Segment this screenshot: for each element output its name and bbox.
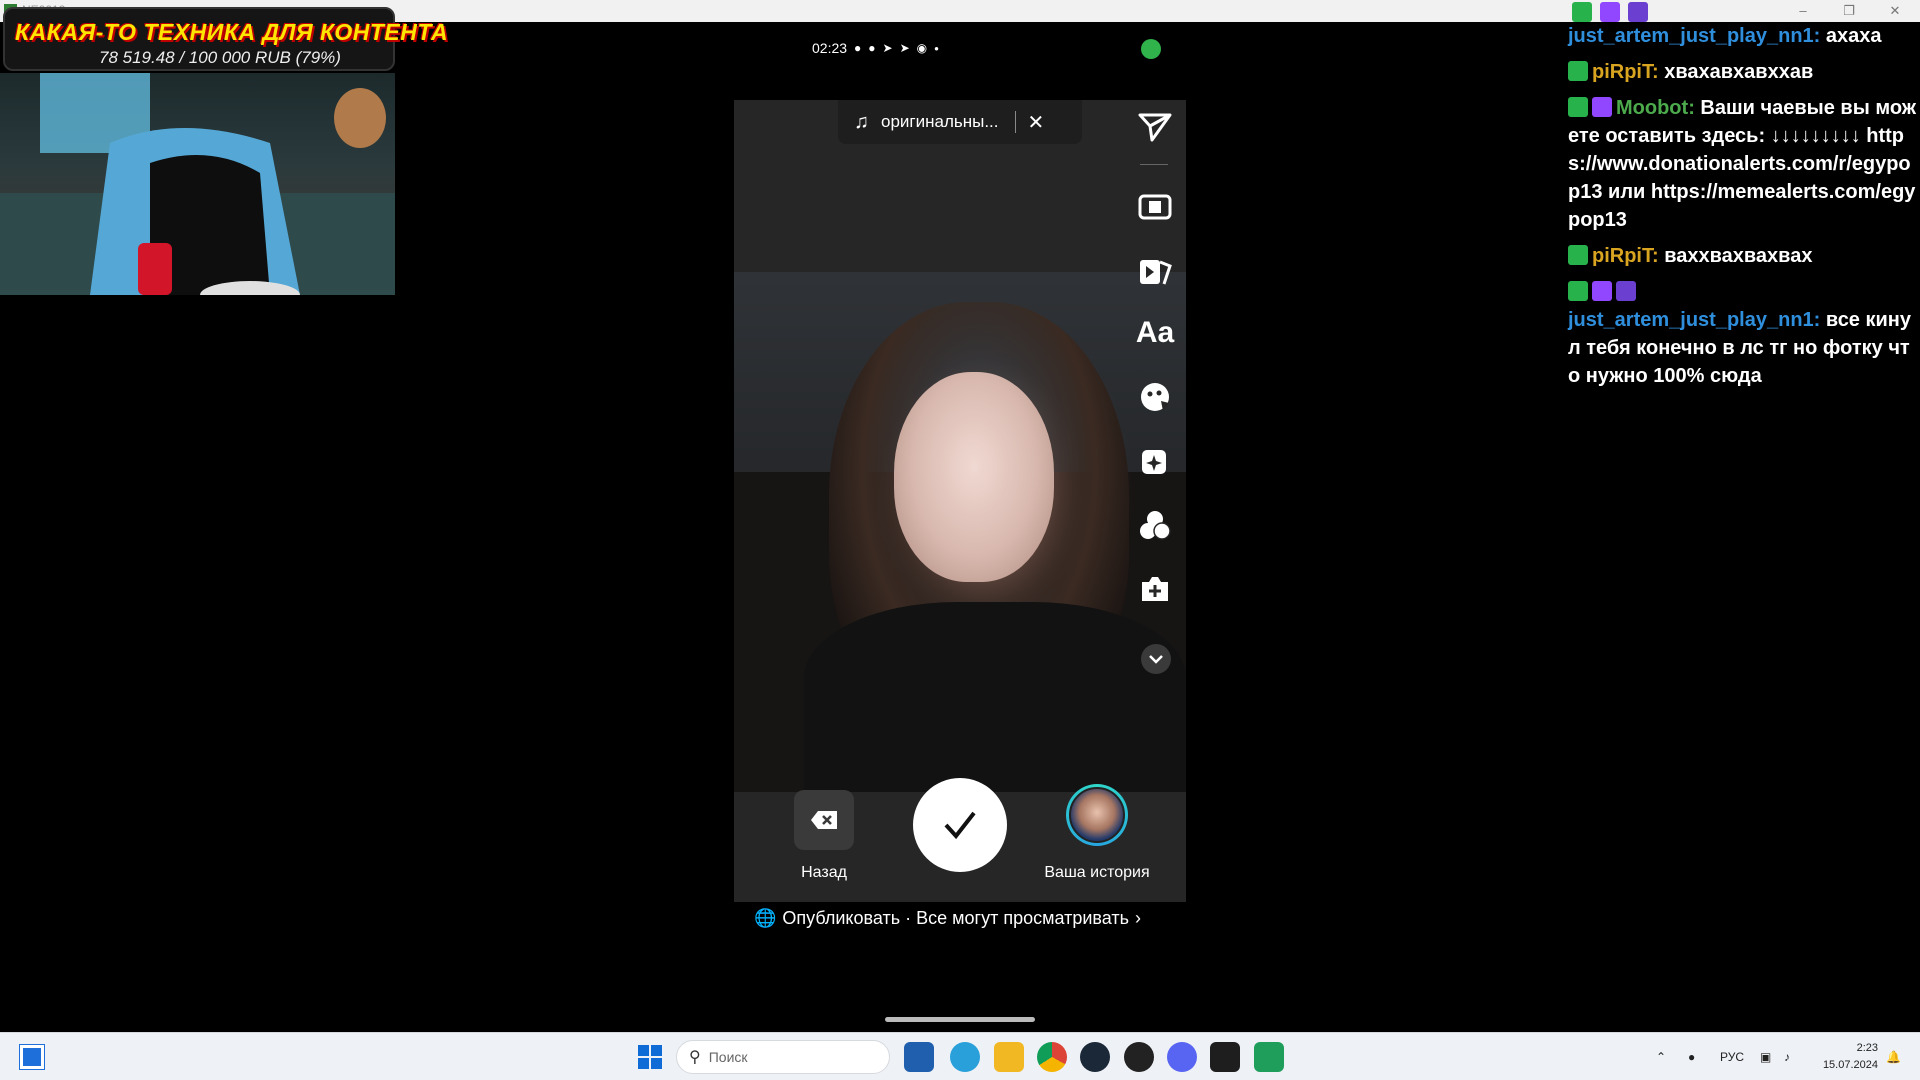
verified-badge-icon	[1568, 61, 1588, 81]
search-icon: ⚲	[689, 1049, 701, 1066]
sticker-icon[interactable]	[1136, 378, 1174, 416]
add-media-icon[interactable]	[1136, 570, 1174, 608]
chevron-right-icon: ›	[1135, 908, 1141, 928]
discord-icon[interactable]	[1167, 1042, 1197, 1072]
chrome-icon[interactable]	[1037, 1042, 1067, 1072]
system-clock[interactable]: 2:23 15.07.2024	[1808, 1040, 1878, 1074]
music-sticker[interactable]: ♫ оригинальны... ✕	[838, 100, 1082, 144]
file-explorer-icon[interactable]	[994, 1042, 1024, 1072]
widgets-icon[interactable]	[19, 1044, 45, 1070]
phone-status-bar: 02:23 ● ● ➤ ➤ ◉ ●	[812, 40, 939, 56]
sticker-cards-icon[interactable]	[1136, 252, 1174, 290]
app-icon[interactable]	[1124, 1042, 1154, 1072]
telegram-icon: ➤	[882, 41, 893, 55]
your-story-avatar[interactable]	[1066, 784, 1128, 846]
terminal-icon[interactable]	[1210, 1042, 1240, 1072]
tray-overflow-icon[interactable]: ⌃	[1656, 1033, 1666, 1080]
publish-text: Опубликовать · Все могут просматривать	[782, 908, 1129, 928]
verified-badge-icon	[1572, 2, 1592, 22]
network-icon[interactable]: ▣	[1760, 1033, 1771, 1080]
goal-title: КАКАЯ-ТО ТЕХНИКА ДЛЯ КОНТЕНТА	[15, 19, 449, 45]
chat-username[interactable]: Moobot:	[1616, 97, 1695, 119]
backspace-icon	[811, 811, 837, 829]
moderator-badge-icon	[1592, 97, 1612, 117]
clock-time: 2:23	[1856, 1042, 1878, 1054]
chat-text: хвахавхавххав	[1664, 61, 1814, 83]
home-indicator[interactable]	[885, 1017, 1035, 1022]
close-window-button[interactable]: ✕	[1872, 0, 1918, 22]
obs-app-icon[interactable]	[1254, 1042, 1284, 1072]
close-icon[interactable]: ✕	[1028, 110, 1045, 135]
subscriber-badge-icon	[1600, 2, 1620, 22]
goal-amount: 78 519.48 / 100 000 RUB (79%)	[99, 48, 341, 67]
donation-goal-widget: КАКАЯ-ТО ТЕХНИКА ДЛЯ КОНТЕНТА 78 519.48 …	[3, 7, 448, 71]
webcam-feed	[0, 73, 395, 295]
mic-active-icon	[1141, 39, 1161, 59]
microphone-icon[interactable]: ●	[1688, 1033, 1695, 1080]
volume-icon[interactable]: ♪	[1784, 1033, 1790, 1080]
back-button[interactable]	[794, 790, 854, 850]
verified-badge-icon	[1568, 97, 1588, 117]
first-badge-icon	[1592, 281, 1612, 301]
effects-sparkle-icon[interactable]	[1136, 442, 1174, 480]
chat-message: just_artem_just_play_nn1: ахаха	[1568, 22, 1920, 50]
story-photo	[734, 272, 1186, 792]
music-label: оригинальны...	[881, 112, 999, 131]
filters-icon[interactable]	[1136, 506, 1174, 544]
phone-time: 02:23	[812, 40, 848, 56]
chevron-down-icon[interactable]	[1141, 644, 1171, 674]
input-language[interactable]: РУС	[1720, 1033, 1744, 1080]
editor-toolbar: Aa	[1128, 100, 1182, 700]
chat-text: ваххвахвахвах	[1664, 245, 1813, 267]
instagram-icon: ◉	[916, 41, 928, 55]
chat-text: ахаха	[1825, 25, 1882, 47]
verified-badge-icon	[1568, 281, 1588, 301]
chat-username[interactable]: piRpiT:	[1592, 61, 1659, 83]
chat-message: piRpiT: хвахавхавххав	[1568, 58, 1920, 86]
back-label: Назад	[801, 864, 847, 881]
steam-icon[interactable]	[1080, 1042, 1110, 1072]
taskbar: ⚲ Поиск ⌃ ● РУС ▣ ♪ 2:23 15.07.2024 🔔	[0, 1032, 1920, 1080]
chat-bubble-icon: ●	[868, 41, 876, 55]
stream-chat: just_artem_just_play_nn1: ахаха piRpiT: …	[1568, 22, 1920, 398]
music-note-icon: ♫	[854, 110, 869, 133]
your-story-label: Ваша история	[1044, 864, 1150, 881]
send-icon[interactable]	[1136, 108, 1174, 146]
windows-start-icon[interactable]	[638, 1045, 662, 1069]
sub-month-badge-icon	[1616, 281, 1636, 301]
resize-icon[interactable]	[1136, 188, 1174, 226]
maximize-button[interactable]: ❐	[1826, 0, 1872, 22]
store-app-icon[interactable]	[904, 1042, 934, 1072]
webcam-scene	[0, 73, 395, 295]
checkmark-icon	[944, 811, 976, 840]
chat-message: just_artem_just_play_nn1: все кинул тебя…	[1568, 278, 1920, 390]
chat-username[interactable]: just_artem_just_play_nn1:	[1568, 25, 1820, 47]
taskbar-search[interactable]: ⚲ Поиск	[676, 1040, 890, 1074]
search-placeholder: Поиск	[708, 1049, 748, 1065]
notification-bell-icon[interactable]: 🔔	[1886, 1033, 1901, 1080]
chat-username[interactable]: just_artem_just_play_nn1:	[1568, 309, 1820, 331]
chat-username[interactable]: piRpiT:	[1592, 245, 1659, 267]
clock-date: 15.07.2024	[1822, 1059, 1878, 1071]
editor-bottom-bar: Назад Ваша история	[734, 778, 1186, 902]
story-editor: ♫ оригинальны... ✕ Aa Назад Ваша история	[734, 100, 1186, 902]
minimize-button[interactable]: –	[1780, 0, 1826, 22]
publish-audience-link[interactable]: 🌐 Опубликовать · Все могут просматривать…	[754, 908, 1141, 929]
sub-month-badge-icon	[1628, 2, 1648, 22]
chat-message: Moobot: Ваши чаевые вы можете оставить з…	[1568, 94, 1920, 234]
telegram-icon: ➤	[899, 41, 910, 55]
text-tool-icon[interactable]: Aa	[1136, 314, 1174, 352]
chat-message: piRpiT: ваххвахвахвах	[1568, 242, 1920, 270]
chat-badges-row	[1572, 2, 1652, 22]
telegram-app-icon[interactable]	[950, 1042, 980, 1072]
more-dot-icon: ●	[934, 43, 939, 53]
confirm-button[interactable]	[913, 778, 1007, 872]
globe-icon: 🌐	[754, 908, 777, 928]
chat-bubble-icon: ●	[854, 41, 862, 55]
verified-badge-icon	[1568, 245, 1588, 265]
